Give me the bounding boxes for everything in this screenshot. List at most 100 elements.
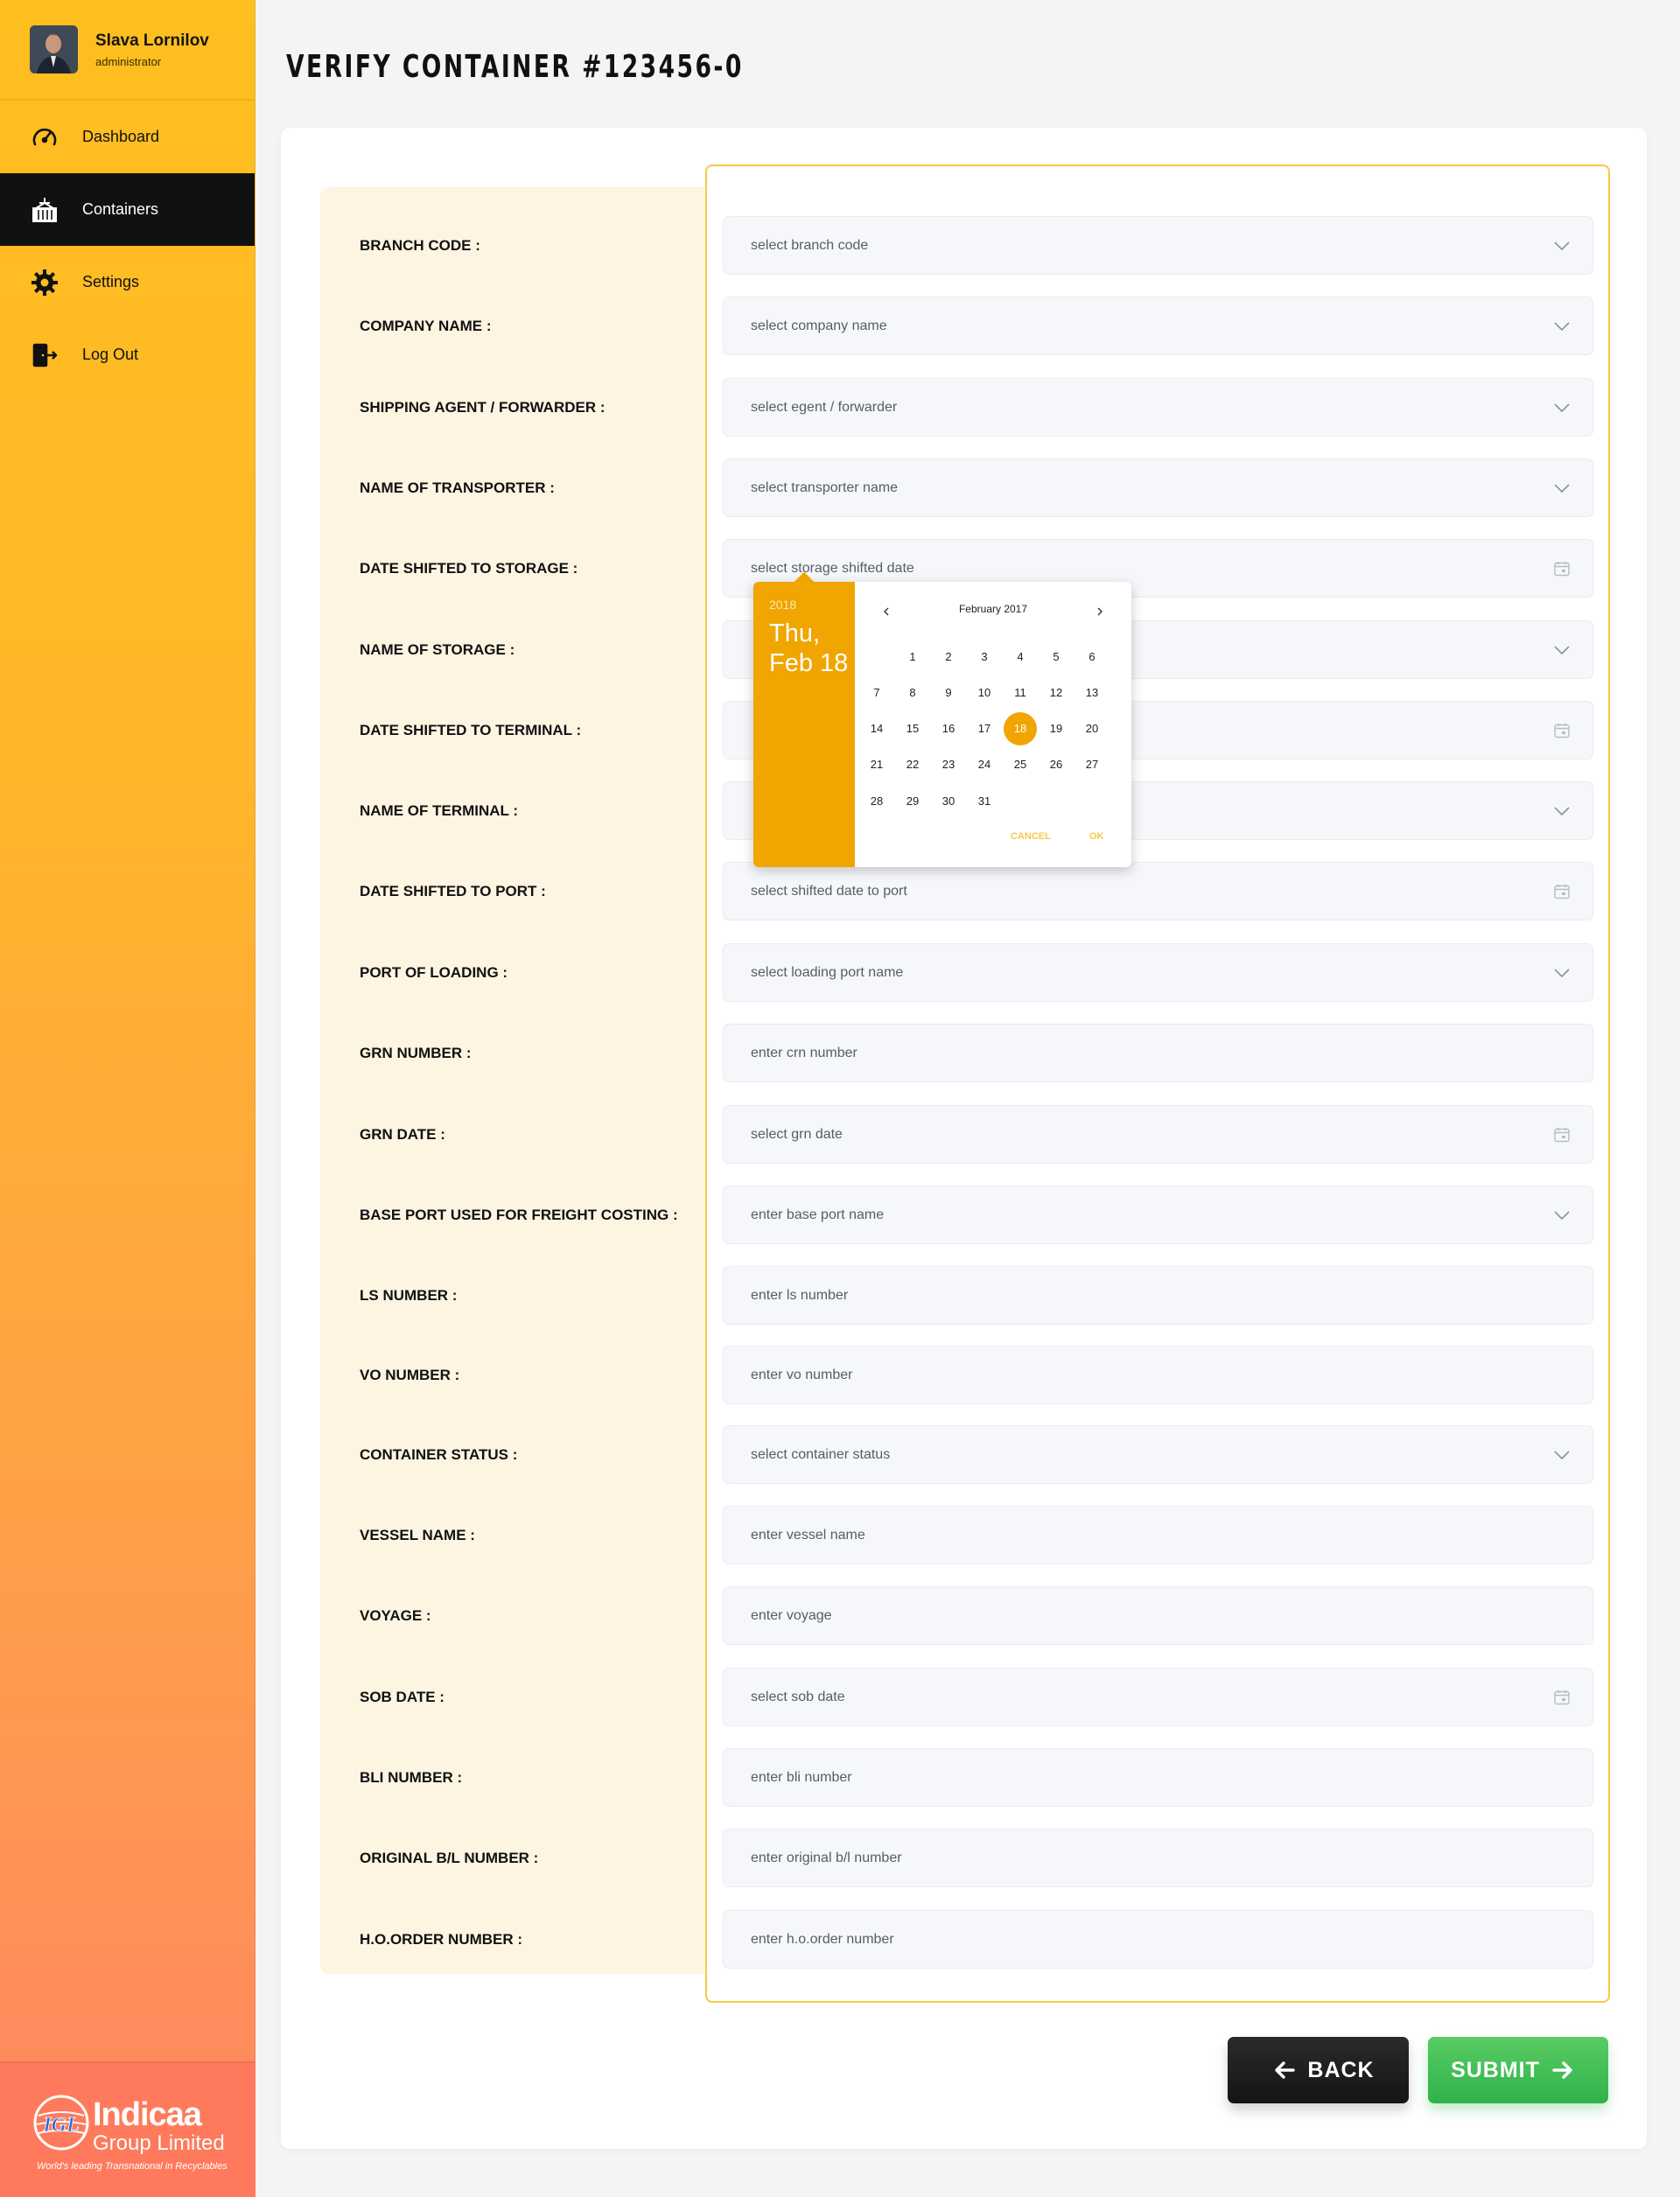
grn-number-input[interactable]: enter crn number <box>723 1024 1593 1082</box>
back-button[interactable]: BACK <box>1228 2037 1409 2103</box>
vo-number-input[interactable]: enter vo number <box>723 1346 1593 1404</box>
picker-day[interactable]: 22 <box>896 748 929 781</box>
picker-day[interactable]: 10 <box>968 675 1001 709</box>
company-name-placeholder: select company name <box>751 318 887 333</box>
sob-date-label: SOB DATE : <box>360 1689 444 1705</box>
nav-item-logout[interactable]: Log Out <box>0 318 255 391</box>
branch-code-placeholder: select branch code <box>751 237 869 253</box>
user-profile[interactable]: Slava Lornilov administrator <box>0 0 255 101</box>
picker-year[interactable]: 2018 <box>769 598 796 612</box>
picker-day[interactable]: 28 <box>860 784 893 817</box>
submit-button[interactable]: SUBMIT <box>1428 2037 1608 2103</box>
picker-day[interactable]: 8 <box>896 675 929 709</box>
date-shifted-to-port-placeholder: select shifted date to port <box>751 883 907 899</box>
picker-day[interactable]: 21 <box>860 748 893 781</box>
chevron-down-icon <box>1552 1445 1572 1465</box>
picker-day[interactable]: 3 <box>968 640 1001 673</box>
grn-date-date-field[interactable]: select grn date <box>723 1105 1593 1164</box>
date-shifted-to-port-label: DATE SHIFTED TO PORT : <box>360 883 546 899</box>
picker-day[interactable]: 15 <box>896 712 929 745</box>
picker-day[interactable]: 27 <box>1075 748 1109 781</box>
picker-day[interactable]: 13 <box>1075 675 1109 709</box>
branch-code-select[interactable]: select branch code <box>723 216 1593 275</box>
ls-number-label: LS NUMBER : <box>360 1287 458 1304</box>
chevron-down-icon <box>1552 236 1572 255</box>
picker-day[interactable]: 7 <box>860 675 893 709</box>
picker-day-selected[interactable]: 18 <box>1004 711 1037 745</box>
vessel-name-input[interactable]: enter vessel name <box>723 1506 1593 1564</box>
picker-day[interactable]: 11 <box>1004 675 1037 709</box>
calendar-icon <box>1552 1125 1572 1144</box>
picker-day[interactable]: 26 <box>1040 748 1073 781</box>
h-o-order-number-input[interactable]: enter h.o.order number <box>723 1910 1593 1969</box>
calendar-icon <box>1552 721 1572 740</box>
name-of-transporter-select[interactable]: select transporter name <box>723 458 1593 517</box>
voyage-label: VOYAGE : <box>360 1607 431 1624</box>
date-shifted-to-port-date-field[interactable]: select shifted date to port <box>723 862 1593 920</box>
base-port-used-for-freight-costing-label: BASE PORT USED FOR FREIGHT COSTING : <box>360 1207 678 1223</box>
picker-day[interactable]: 14 <box>860 712 893 745</box>
picker-day[interactable]: 29 <box>896 784 929 817</box>
picker-day[interactable]: 1 <box>896 640 929 673</box>
picker-day[interactable]: 23 <box>932 748 965 781</box>
voyage-placeholder: enter voyage <box>751 1607 832 1623</box>
sob-date-date-field[interactable]: select sob date <box>723 1668 1593 1726</box>
picker-day[interactable]: 6 <box>1075 640 1109 673</box>
picker-day[interactable]: 19 <box>1040 712 1073 745</box>
picker-ok-button[interactable]: OK <box>1089 831 1104 842</box>
nav-label: Dashboard <box>82 128 160 145</box>
page-title: VERIFY CONTAINER #123456-0 <box>286 49 744 85</box>
bli-number-input[interactable]: enter bli number <box>723 1748 1593 1807</box>
picker-day[interactable]: 31 <box>968 784 1001 817</box>
picker-day[interactable]: 12 <box>1040 675 1073 709</box>
grn-date-placeholder: select grn date <box>751 1126 843 1142</box>
picker-day[interactable]: 5 <box>1040 640 1073 673</box>
picker-cancel-button[interactable]: CANCEL <box>1011 831 1051 842</box>
base-port-used-for-freight-costing-select[interactable]: enter base port name <box>723 1186 1593 1244</box>
date-shifted-to-terminal-label: DATE SHIFTED TO TERMINAL : <box>360 722 582 738</box>
shipping-agent-forwarder-select[interactable]: select egent / forwarder <box>723 378 1593 437</box>
logout-icon <box>30 340 60 370</box>
date-shifted-to-storage-label: DATE SHIFTED TO STORAGE : <box>360 560 578 577</box>
vo-number-placeholder: enter vo number <box>751 1367 853 1382</box>
picker-day[interactable]: 16 <box>932 712 965 745</box>
container-icon <box>30 195 60 225</box>
chevron-down-icon <box>1552 317 1572 336</box>
grn-number-placeholder: enter crn number <box>751 1045 858 1060</box>
nav-label: Log Out <box>82 346 139 363</box>
voyage-input[interactable]: enter voyage <box>723 1586 1593 1645</box>
name-of-storage-label: NAME OF STORAGE : <box>360 641 515 658</box>
user-role: administrator <box>95 54 162 68</box>
picker-day[interactable]: 20 <box>1075 712 1109 745</box>
picker-day[interactable]: 25 <box>1004 748 1037 781</box>
container-status-select[interactable]: select container status <box>723 1425 1593 1484</box>
chevron-right-icon[interactable] <box>1089 601 1110 622</box>
chevron-down-icon <box>1552 398 1572 417</box>
picker-day[interactable]: 24 <box>968 748 1001 781</box>
picker-day[interactable]: 2 <box>932 640 965 673</box>
original-b-l-number-placeholder: enter original b/l number <box>751 1850 902 1865</box>
port-of-loading-label: PORT OF LOADING : <box>360 964 508 981</box>
picker-day[interactable]: 9 <box>932 675 965 709</box>
company-name-label: COMPANY NAME : <box>360 318 492 334</box>
picker-day[interactable]: 4 <box>1004 640 1037 673</box>
brand-tagline: World's leading Transnational in Recycla… <box>37 2161 228 2172</box>
date-picker-popup: 2018 Thu, Feb 18 February 2017 123456789… <box>753 571 1131 867</box>
calendar-icon <box>1552 882 1572 901</box>
nav-label: Containers <box>82 200 159 218</box>
original-b-l-number-label: ORIGINAL B/L NUMBER : <box>360 1850 539 1866</box>
picker-day[interactable]: 17 <box>968 712 1001 745</box>
vessel-name-placeholder: enter vessel name <box>751 1527 865 1543</box>
picker-day[interactable]: 30 <box>932 784 965 817</box>
sidebar: Slava Lornilov administrator Dashboard C… <box>0 0 256 2197</box>
nav-item-containers[interactable]: Containers <box>0 173 255 246</box>
nav-item-settings[interactable]: Settings <box>0 246 255 318</box>
port-of-loading-select[interactable]: select loading port name <box>723 943 1593 1002</box>
brand-subtitle: Group Limited <box>93 2131 225 2155</box>
arrow-right-icon <box>1552 2061 1572 2079</box>
company-name-select[interactable]: select company name <box>723 297 1593 355</box>
original-b-l-number-input[interactable]: enter original b/l number <box>723 1829 1593 1887</box>
picker-selected-panel: 2018 Thu, Feb 18 <box>753 582 855 867</box>
nav-item-dashboard[interactable]: Dashboard <box>0 101 255 173</box>
ls-number-input[interactable]: enter ls number <box>723 1266 1593 1325</box>
